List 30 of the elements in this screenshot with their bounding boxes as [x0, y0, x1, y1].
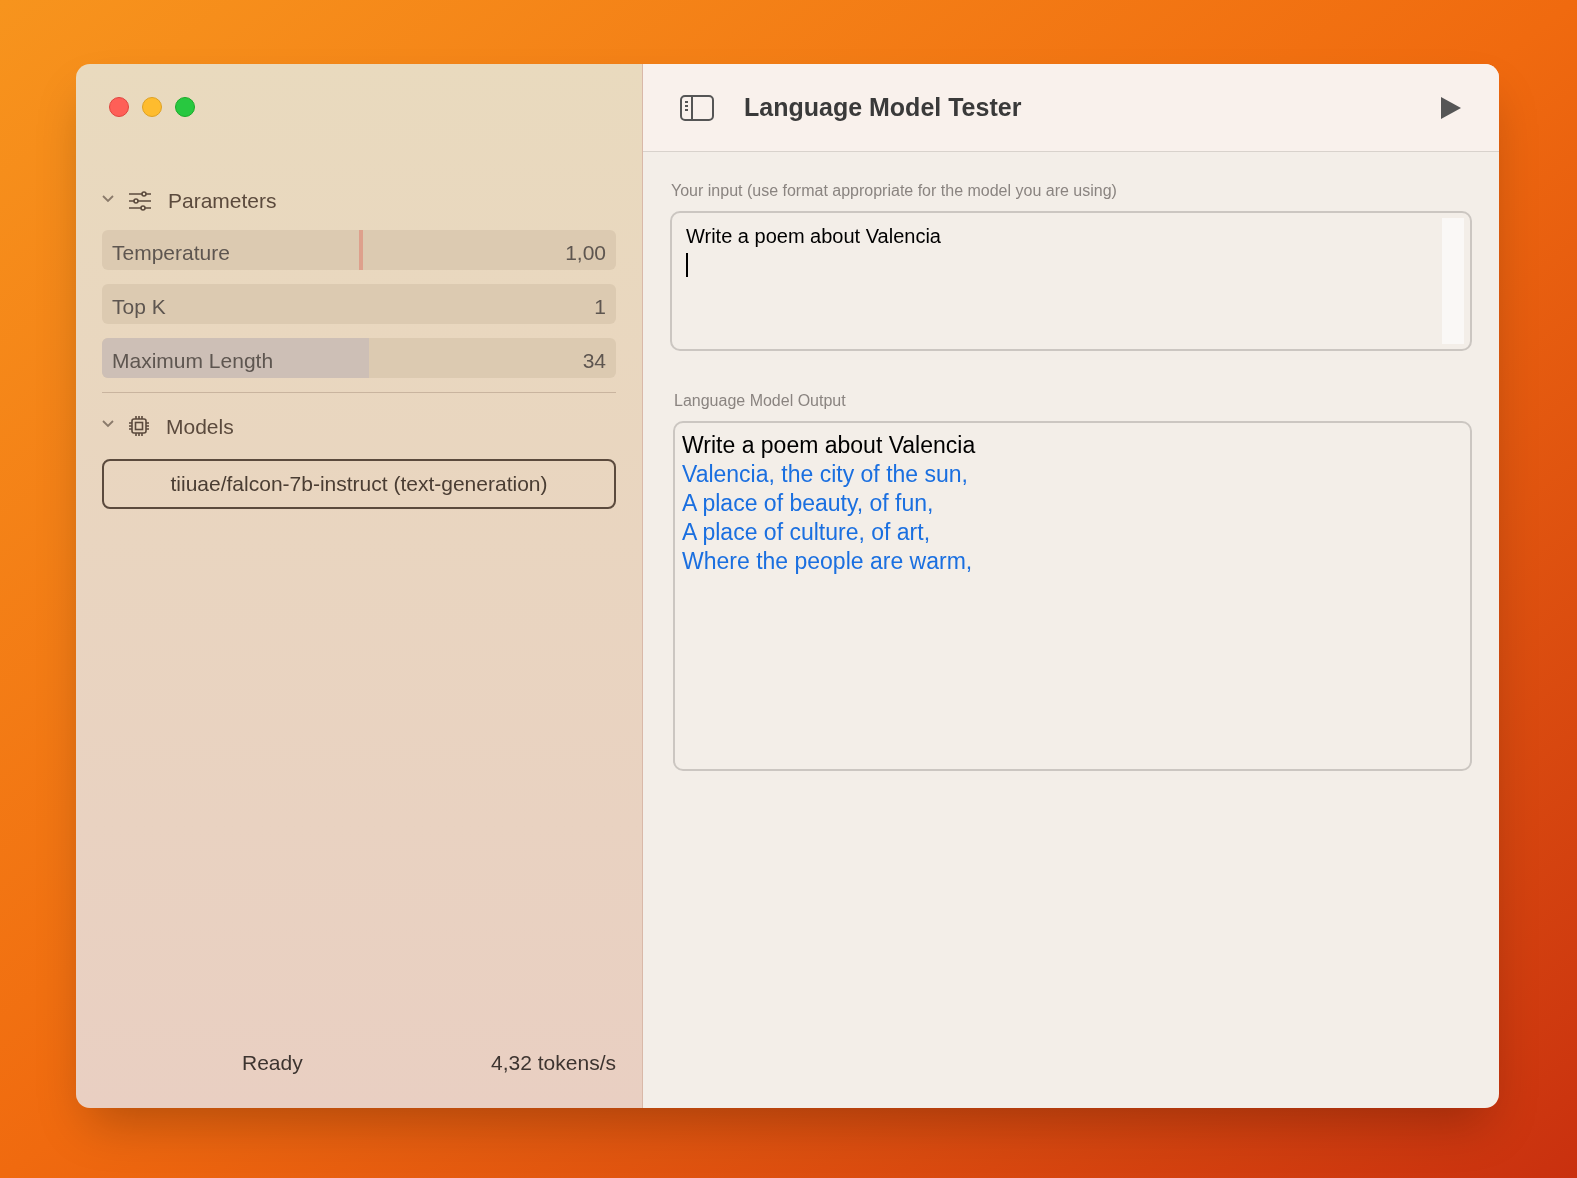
parameter-slider[interactable]: Maximum Length 34: [102, 337, 616, 378]
chip-icon: [128, 415, 150, 438]
generated-line: Where the people are warm,: [682, 547, 973, 576]
sliders-icon: [128, 190, 152, 211]
parameter-slider[interactable]: Temperature 1,00: [102, 229, 616, 270]
parameter-label: Temperature: [112, 239, 230, 266]
minimize-button[interactable]: [142, 97, 162, 117]
output-label: Language Model Output: [673, 391, 847, 411]
play-icon[interactable]: [1440, 95, 1462, 120]
parameter-value: 1,00: [565, 239, 606, 266]
input-label: Your input (use format appropriate for the model you are using): [670, 181, 1118, 201]
parameter-value: 34: [582, 347, 606, 374]
parameter-value: 1: [594, 293, 606, 320]
section-title[interactable]: Models: [166, 410, 234, 442]
generated-line: A place of beauty, of fun,: [682, 489, 934, 518]
generated-line: Valencia, the city of the sun,: [682, 460, 968, 489]
parameter-label: Maximum Length: [112, 347, 274, 374]
model-button[interactable]: tiiuae/falcon-7b-instruct (text-generation): [102, 459, 616, 509]
parameter-slider[interactable]: Top K 1: [102, 283, 616, 324]
generated-line: A place of culture, of art,: [682, 518, 931, 547]
close-button[interactable]: [109, 97, 129, 117]
zoom-button[interactable]: [175, 97, 195, 117]
sidebar-toggle-icon[interactable]: [680, 94, 714, 121]
output-prompt-text: Write a poem about Valencia: [682, 431, 977, 460]
speed-text: 4,32 tokens/s: [491, 1049, 616, 1076]
window-title: Language Model Tester: [744, 91, 1022, 123]
input-field[interactable]: Write a poem about Valencia: [670, 211, 1472, 351]
section-title[interactable]: Parameters: [168, 185, 277, 217]
status-text: Ready: [242, 1049, 303, 1076]
parameter-label: Top K: [112, 293, 166, 320]
